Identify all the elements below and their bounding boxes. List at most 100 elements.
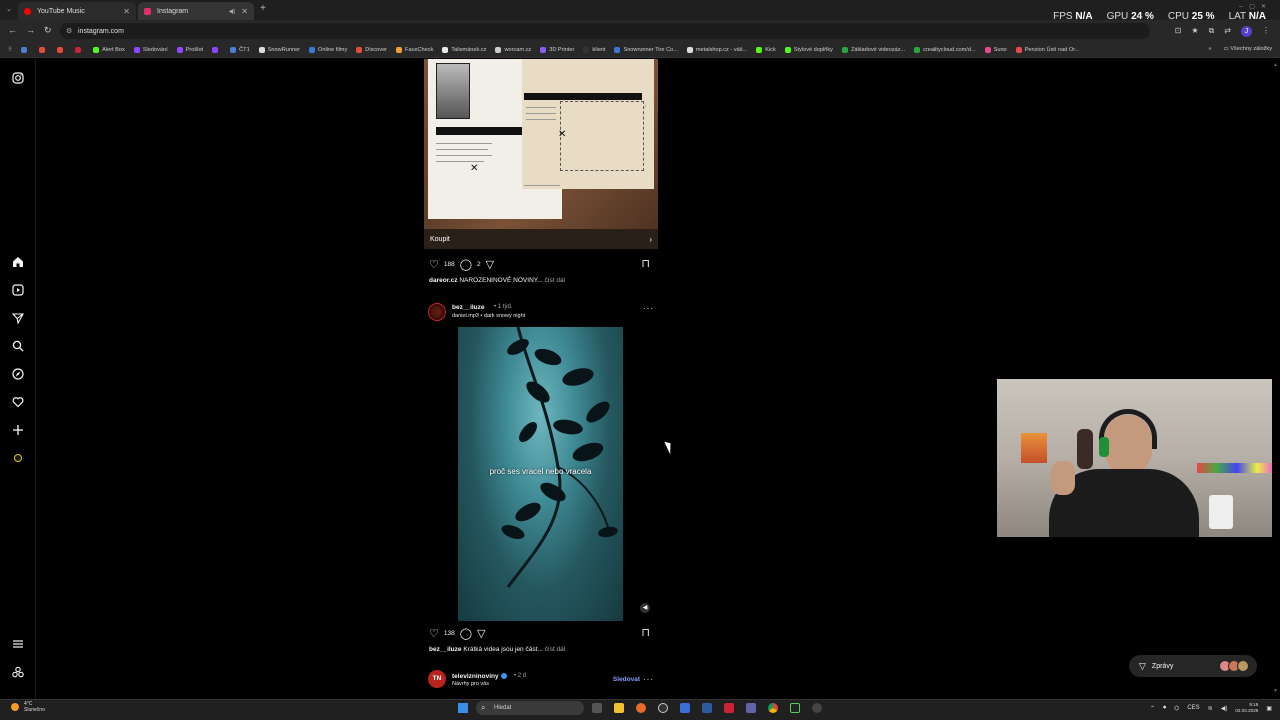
read-more-link[interactable]: číst dál: [545, 646, 566, 653]
wifi-icon[interactable]: ≋: [1208, 705, 1213, 712]
taskbar-search[interactable]: Hledat: [476, 701, 584, 715]
task-view-icon[interactable]: [592, 703, 602, 713]
tab-search-icon[interactable]: ⌄: [6, 5, 12, 13]
bookmark-item[interactable]: SnowRunner: [258, 46, 300, 53]
post-video[interactable]: proč ses vracel nebo vracela: [458, 327, 623, 621]
bookmark-item[interactable]: Základové videozáz...: [841, 46, 905, 53]
avatar[interactable]: [428, 303, 446, 321]
bookmark-item[interactable]: Prošlot: [176, 46, 203, 53]
post-username[interactable]: televizninoviny: [452, 673, 507, 680]
notifications-heart-icon[interactable]: [11, 395, 25, 409]
microphone-icon[interactable]: ⏺: [1163, 705, 1166, 712]
teams-icon[interactable]: [746, 703, 756, 713]
bookmark-item[interactable]: 3D Printer: [540, 46, 574, 53]
window-controls[interactable]: ─▢✕: [1239, 3, 1272, 10]
bookmark-item[interactable]: Stylové doplňky: [784, 46, 833, 53]
instagram-logo-icon[interactable]: [11, 71, 25, 85]
reels-icon[interactable]: [11, 283, 25, 297]
bookmark-save-icon[interactable]: ⊓: [641, 626, 650, 639]
bookmark-icon-3[interactable]: [57, 46, 66, 53]
bookmark-item[interactable]: ČT1: [230, 46, 250, 53]
bookmark-icon-5[interactable]: [212, 46, 221, 53]
profile-switch-icon[interactable]: ⇄: [1224, 26, 1231, 37]
audio-icon[interactable]: ◀): [229, 8, 236, 15]
app-icon[interactable]: [702, 703, 712, 713]
notifications-icon[interactable]: ▣: [1266, 705, 1272, 712]
chevron-up-icon[interactable]: ⌃: [1150, 705, 1155, 712]
forward-icon[interactable]: →: [26, 25, 35, 36]
post-audio[interactable]: daniel.mp3 • dark snowy night: [452, 313, 525, 319]
url-field[interactable]: ⚙ instagram.com: [60, 23, 1150, 39]
windows-start-icon[interactable]: [458, 703, 468, 713]
volume-icon[interactable]: ◀): [1221, 705, 1228, 712]
caption-username[interactable]: dareor.cz: [429, 277, 458, 284]
extensions-icon[interactable]: ⧉: [1209, 26, 1215, 37]
reload-icon[interactable]: ↻: [44, 25, 52, 36]
bookmark-icon-4[interactable]: [75, 46, 84, 53]
more-menu-icon[interactable]: [11, 637, 25, 651]
bookmark-item[interactable]: Online filmy: [309, 46, 347, 53]
bookmark-icon-2[interactable]: [39, 46, 48, 53]
menu-icon[interactable]: ⋮: [1262, 26, 1270, 37]
bookmark-item[interactable]: Snowrunner Tire Co...: [614, 46, 678, 53]
comment-icon[interactable]: ◯: [460, 258, 472, 271]
read-more-link[interactable]: číst dál: [545, 277, 566, 284]
site-info-icon[interactable]: ⚙: [66, 27, 72, 35]
app-icon[interactable]: [812, 703, 822, 713]
meta-threads-icon[interactable]: [11, 665, 25, 679]
post-image-newspaper[interactable]: ✕ ✕ ›: [424, 59, 658, 229]
tab-youtube-music[interactable]: YouTube Music ✕: [18, 2, 136, 20]
back-icon[interactable]: ←: [8, 25, 17, 36]
avatar[interactable]: TN: [428, 670, 446, 688]
caption-username[interactable]: bez__iluze: [429, 646, 462, 653]
language-indicator[interactable]: CES: [1187, 705, 1199, 711]
app-icon[interactable]: [680, 703, 690, 713]
obs-icon[interactable]: [658, 703, 668, 713]
bookmark-save-icon[interactable]: ⊓: [641, 257, 650, 270]
close-icon[interactable]: ✕: [123, 7, 130, 16]
file-explorer-icon[interactable]: [614, 703, 624, 713]
like-heart-icon[interactable]: ♡: [429, 258, 439, 271]
weather-widget[interactable]: 4°C Slunečno: [24, 701, 45, 713]
scroll-down-icon[interactable]: ▼: [1273, 688, 1278, 694]
home-icon[interactable]: [11, 255, 25, 269]
clock[interactable]: 9:15 03.03.2026: [1235, 702, 1258, 714]
bookmark-item[interactable]: Penzion Ústí nad Or...: [1015, 46, 1079, 53]
bookmark-item[interactable]: Suno: [984, 46, 1007, 53]
share-icon[interactable]: ▽: [486, 258, 494, 271]
more-options-icon[interactable]: ···: [643, 304, 654, 313]
messages-button[interactable]: ▽ Zprávy: [1129, 655, 1257, 677]
bookmark-item[interactable]: metalshop.cz - váš...: [686, 46, 747, 53]
like-heart-icon[interactable]: ♡: [429, 627, 439, 640]
star-icon[interactable]: ★: [1191, 26, 1198, 37]
bookmark-apps-icon[interactable]: ⠿: [8, 47, 12, 53]
close-icon[interactable]: ✕: [241, 7, 248, 16]
bookmark-item[interactable]: Alert Box: [93, 46, 125, 53]
bookmark-item[interactable]: Kick: [756, 46, 776, 53]
bookmark-item[interactable]: worcam.cz: [495, 46, 531, 53]
explore-icon[interactable]: [11, 367, 25, 381]
profile-avatar[interactable]: J: [1241, 26, 1252, 37]
chrome-icon[interactable]: [768, 703, 778, 713]
post-username[interactable]: bez__iluze: [452, 304, 485, 311]
bookmark-item[interactable]: Sledování: [133, 46, 168, 53]
scroll-up-icon[interactable]: ▲: [1273, 62, 1278, 68]
bookmark-item[interactable]: klient: [583, 46, 605, 53]
bookmark-icon-1[interactable]: [21, 46, 30, 53]
bookmark-item[interactable]: FaceCheck: [396, 46, 433, 53]
share-icon[interactable]: ▽: [477, 627, 485, 640]
bookmark-item[interactable]: Discover: [356, 46, 387, 53]
carousel-next-icon[interactable]: ›: [644, 103, 646, 110]
follow-button[interactable]: Sledovat: [613, 676, 640, 683]
app-icon[interactable]: [790, 703, 800, 713]
install-app-icon[interactable]: ⊡: [1175, 26, 1182, 37]
firefox-icon[interactable]: [636, 703, 646, 713]
mute-icon[interactable]: ◀: [640, 603, 650, 613]
network-icon[interactable]: ⌬: [1174, 705, 1179, 712]
video-frame[interactable]: proč ses vracel nebo vracela ◀: [424, 327, 658, 621]
search-icon[interactable]: [11, 339, 25, 353]
app-icon[interactable]: [724, 703, 734, 713]
create-plus-icon[interactable]: [11, 423, 25, 437]
comment-icon[interactable]: ◯: [460, 627, 472, 640]
profile-avatar-icon[interactable]: [11, 451, 25, 465]
